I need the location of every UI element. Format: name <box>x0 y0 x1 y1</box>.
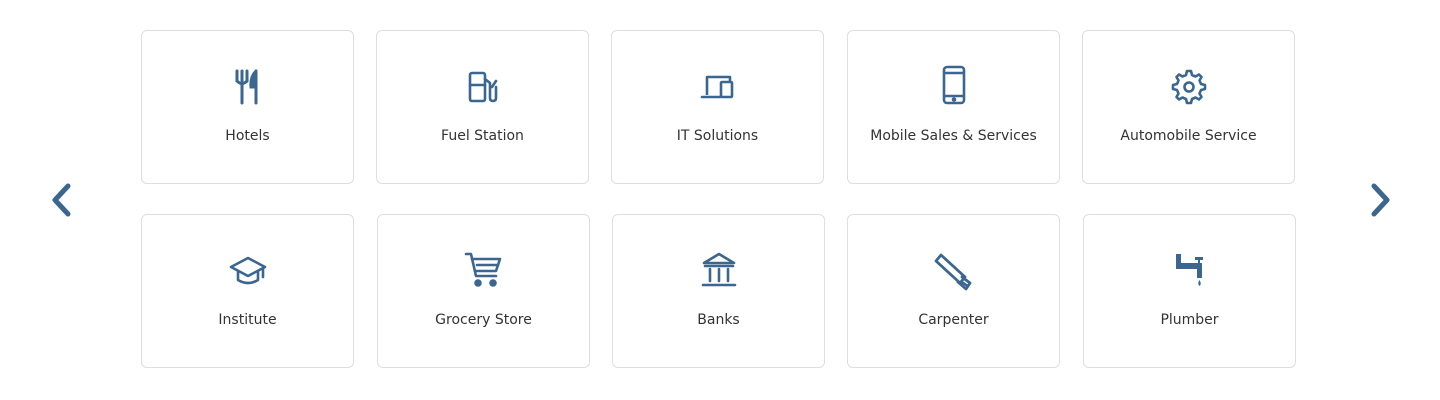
prev-button[interactable] <box>44 182 80 218</box>
next-button[interactable] <box>1362 182 1398 218</box>
fuel-pump-icon <box>461 65 505 109</box>
devices-icon <box>696 65 740 109</box>
category-card-carpenter[interactable]: Carpenter <box>847 214 1060 368</box>
category-card-hotels[interactable]: Hotels <box>141 30 354 184</box>
category-label: Institute <box>218 312 277 328</box>
category-label: Grocery Store <box>435 312 532 328</box>
category-card-banks[interactable]: Banks <box>612 214 825 368</box>
faucet-icon <box>1168 249 1212 293</box>
category-card-fuel-station[interactable]: Fuel Station <box>376 30 589 184</box>
chevron-right-icon <box>1371 183 1390 217</box>
category-card-mobile-sales[interactable]: Mobile Sales & Services <box>847 30 1060 184</box>
saw-icon <box>932 249 976 293</box>
category-label: Fuel Station <box>441 128 524 144</box>
category-label: Banks <box>697 312 740 328</box>
category-card-it-solutions[interactable]: IT Solutions <box>611 30 824 184</box>
graduation-cap-icon <box>226 249 270 293</box>
category-card-grocery-store[interactable]: Grocery Store <box>377 214 590 368</box>
shopping-cart-icon <box>462 249 506 293</box>
category-label: Carpenter <box>918 312 989 328</box>
category-label: Plumber <box>1160 312 1219 328</box>
category-card-plumber[interactable]: Plumber <box>1083 214 1296 368</box>
category-label: IT Solutions <box>676 128 759 144</box>
category-label: Mobile Sales & Services <box>870 128 1037 144</box>
chevron-left-icon <box>52 183 71 217</box>
category-label: Automobile Service <box>1120 128 1257 144</box>
category-card-institute[interactable]: Institute <box>141 214 354 368</box>
gear-icon <box>1167 65 1211 109</box>
bank-icon <box>697 249 741 293</box>
fork-knife-icon <box>226 65 270 109</box>
category-label: Hotels <box>225 128 270 144</box>
category-card-automobile-service[interactable]: Automobile Service <box>1082 30 1295 184</box>
mobile-phone-icon <box>932 65 976 109</box>
